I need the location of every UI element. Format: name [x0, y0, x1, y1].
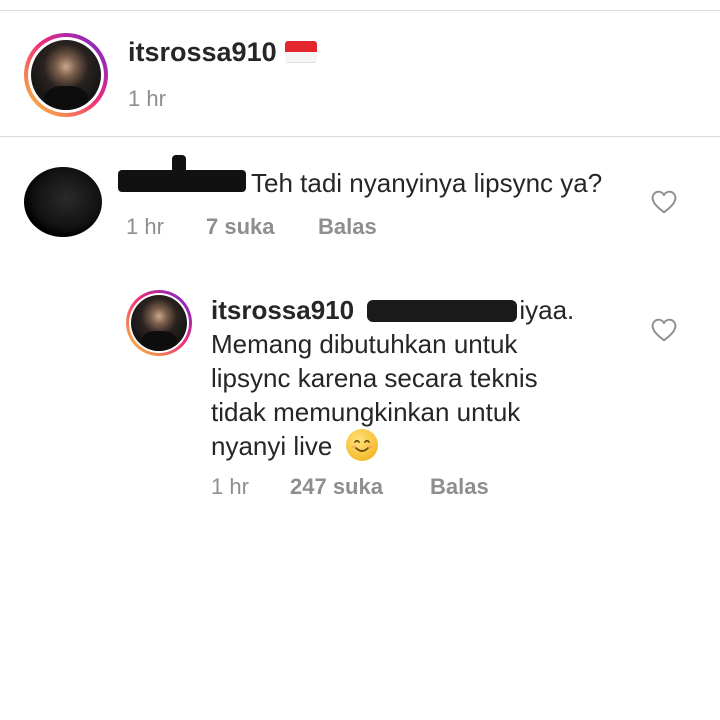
commenter-avatar-redacted[interactable]: [24, 167, 102, 237]
heart-outline-icon[interactable]: [651, 190, 677, 214]
post-author-avatar[interactable]: [24, 33, 108, 117]
redacted-username-mark: [172, 155, 186, 173]
avatar-photo: [131, 295, 187, 351]
post-timestamp: 1 hr: [128, 86, 166, 111]
username-text[interactable]: itsrossa910: [128, 37, 277, 67]
reply-text-block: itsrossa910 iyaa. Memang dibutuhkan untu…: [211, 293, 591, 463]
comment-text: Teh tadi nyanyinya lipsync ya?: [251, 168, 603, 198]
indonesia-flag-icon: [284, 41, 317, 63]
header-divider: [0, 136, 720, 137]
reply-author-avatar[interactable]: [126, 290, 192, 356]
redacted-username: [118, 170, 246, 192]
comment-like-count[interactable]: 7 suka: [206, 214, 275, 240]
post-author-username[interactable]: itsrossa910: [128, 37, 317, 68]
reply-username[interactable]: itsrossa910: [211, 295, 354, 325]
redacted-mention: [367, 300, 518, 322]
avatar-photo: [31, 40, 101, 110]
heart-outline-icon[interactable]: [651, 318, 677, 342]
top-divider: [0, 10, 720, 11]
reply-like-count[interactable]: 247 suka: [290, 474, 383, 500]
reply-reply-button[interactable]: Balas: [430, 474, 489, 500]
comment-timestamp: 1 hr: [126, 214, 164, 239]
comment-reply-button[interactable]: Balas: [318, 214, 377, 240]
smiling-face-icon: [345, 429, 378, 461]
reply-timestamp: 1 hr: [211, 474, 249, 499]
